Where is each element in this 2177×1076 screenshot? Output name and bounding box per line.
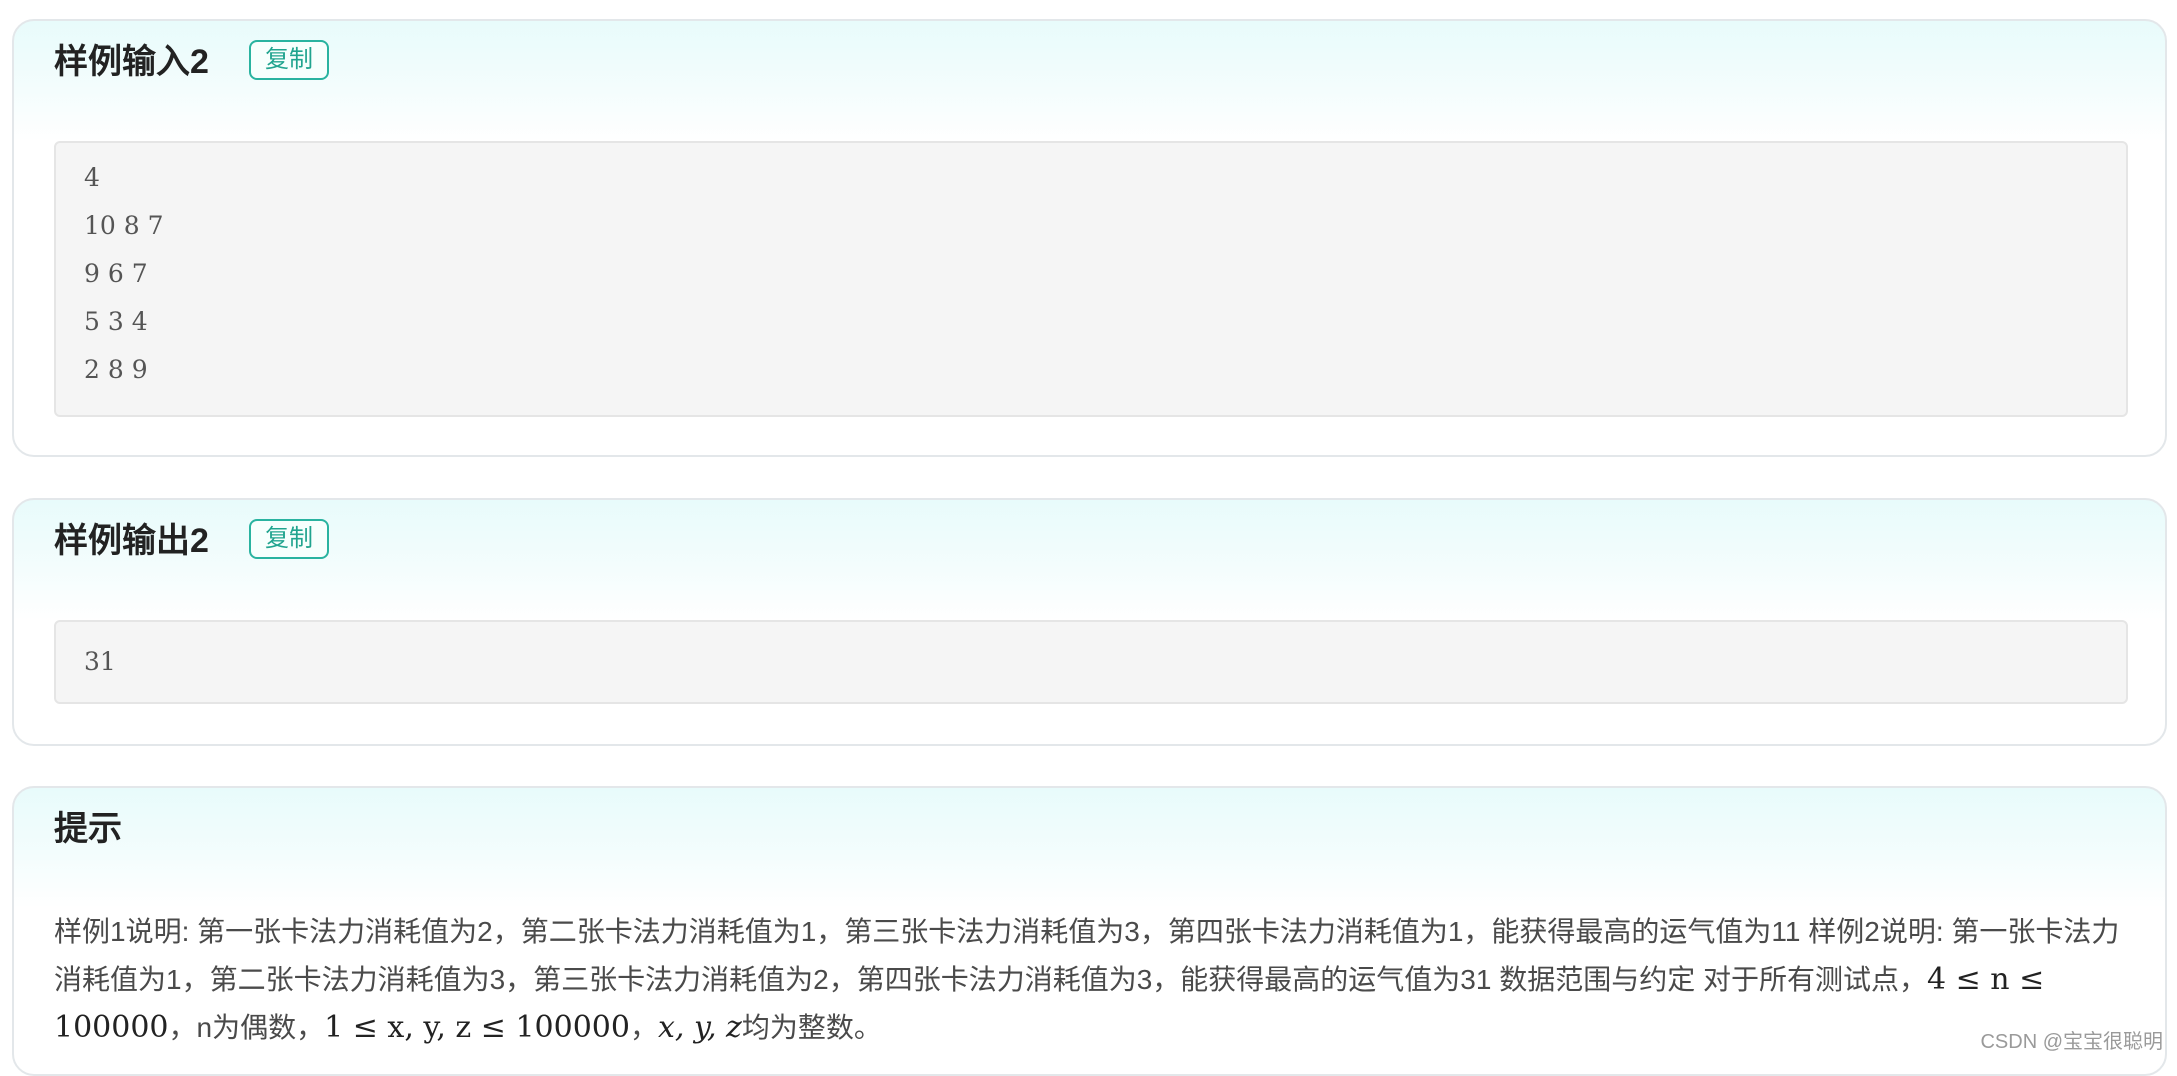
hint-card: 提示 样例1说明: 第一张卡法力消耗值为2，第二张卡法力消耗值为1，第三张卡法力…	[12, 786, 2167, 1076]
sample-output-code: 31	[54, 620, 2128, 704]
hint-title: 提示	[54, 810, 122, 848]
code-line: 9 6 7	[84, 259, 148, 288]
math-formula: x, y, z	[657, 1010, 742, 1045]
code-line: 4	[84, 163, 100, 192]
code-line: 5 3 4	[84, 307, 148, 336]
hint-text: 样例1说明: 第一张卡法力消耗值为2，第二张卡法力消耗值为1，第三张卡法力消耗值…	[54, 908, 2134, 1052]
watermark: CSDN @宝宝很聪明	[1980, 1031, 2163, 1053]
hint-text-part: 样例1说明: 第一张卡法力消耗值为2，第二张卡法力消耗值为1，第三张卡法力消耗值…	[54, 916, 2120, 995]
sample-output-card: 样例输出2 复制 31	[12, 498, 2167, 746]
math-formula: 1 ≤ x, y, z ≤ 100000	[324, 1010, 630, 1045]
code-line: 10 8 7	[84, 211, 164, 240]
code-line: 2 8 9	[84, 355, 148, 384]
sample-input-code: 4 10 8 7 9 6 7 5 3 4 2 8 9	[54, 141, 2128, 417]
code-line: 31	[84, 647, 116, 676]
sample-output-title: 样例输出2	[54, 522, 209, 560]
copy-input-button[interactable]: 复制	[249, 40, 329, 80]
hint-text-part: ，	[629, 1012, 658, 1043]
sample-input-card: 样例输入2 复制 4 10 8 7 9 6 7 5 3 4 2 8 9	[12, 19, 2167, 457]
copy-output-button[interactable]: 复制	[249, 519, 329, 559]
sample-input-title: 样例输入2	[54, 43, 209, 81]
hint-text-part: ，n为偶数，	[168, 1012, 325, 1043]
hint-text-part: 均为整数。	[741, 1012, 882, 1043]
